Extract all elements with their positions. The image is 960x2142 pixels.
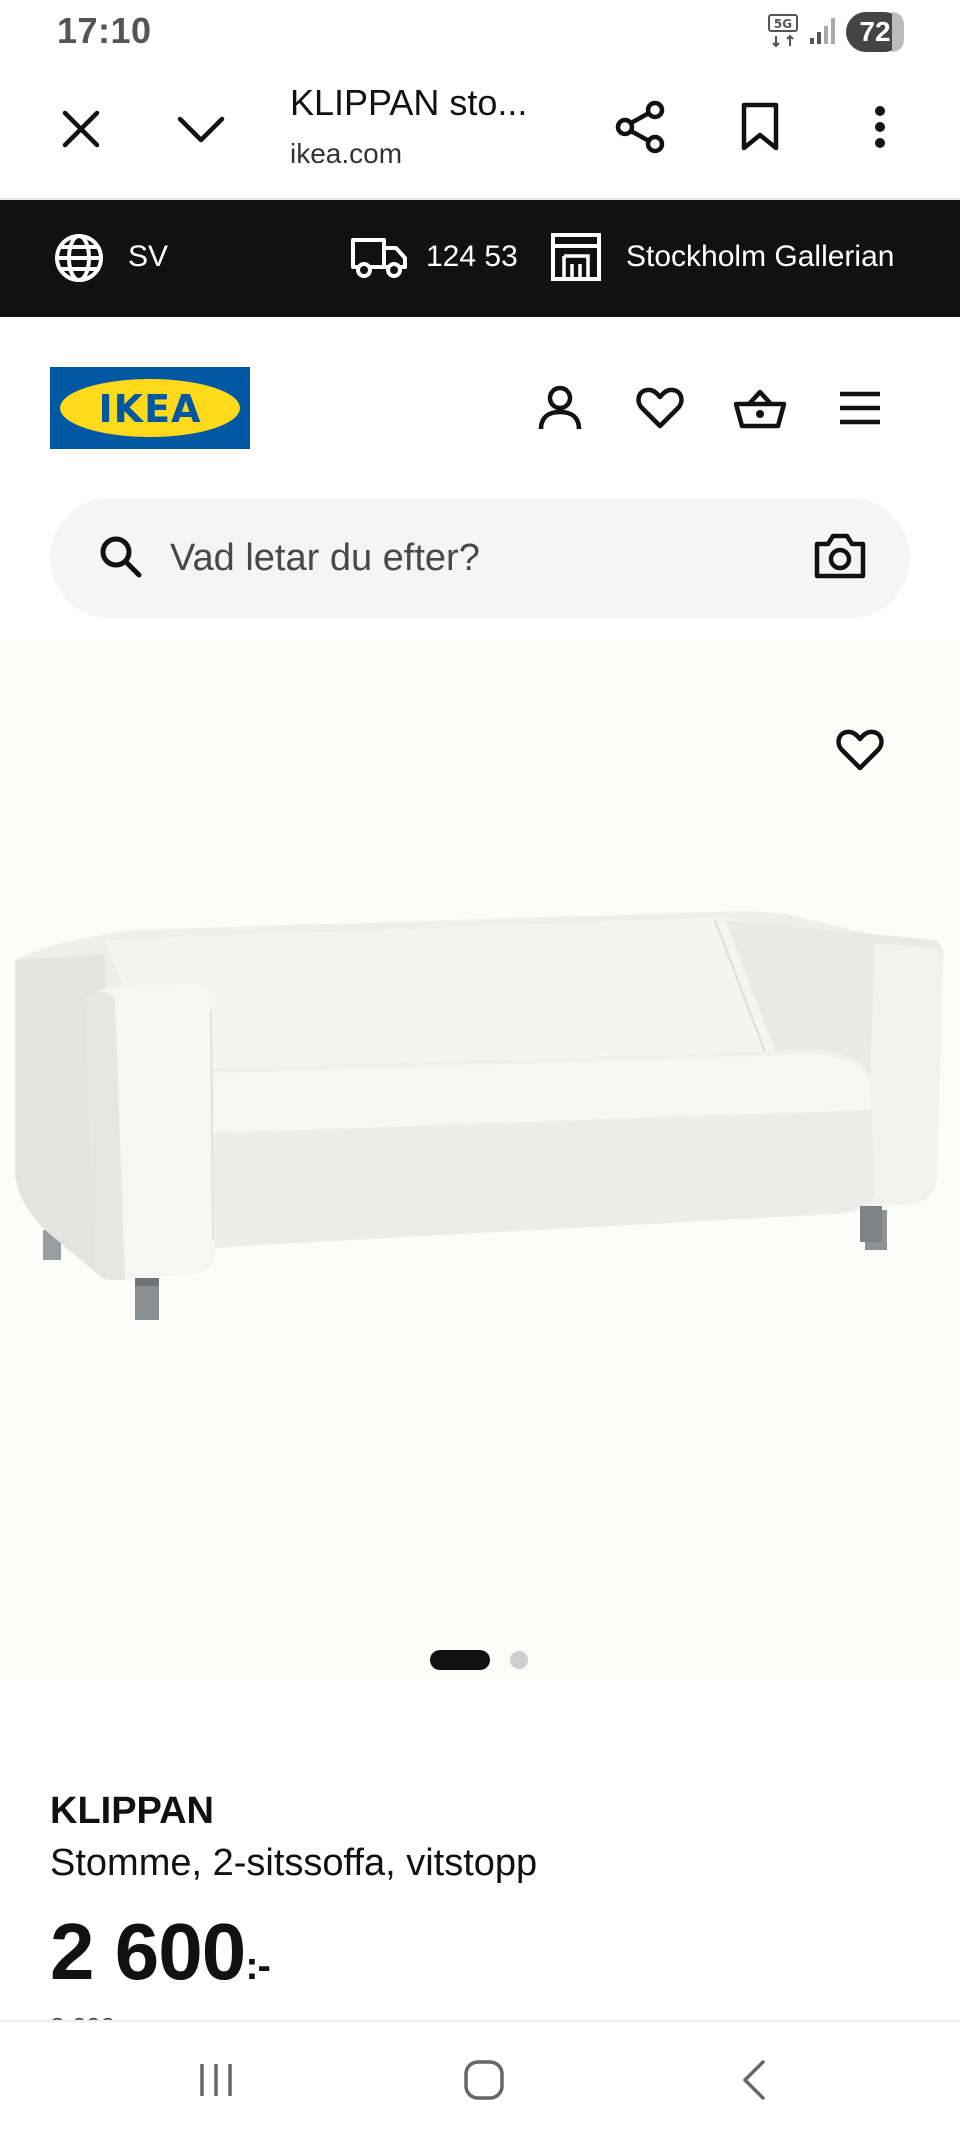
page-url[interactable]: ikea.com bbox=[290, 138, 402, 170]
store-icon bbox=[550, 232, 602, 282]
ikea-logo[interactable]: IKEA bbox=[50, 367, 250, 449]
price-value: 2 600 bbox=[50, 1907, 246, 1996]
expand-button[interactable] bbox=[170, 100, 232, 158]
share-icon bbox=[615, 100, 665, 154]
home-button[interactable] bbox=[454, 2050, 514, 2110]
bookmark-button[interactable] bbox=[732, 96, 788, 158]
favourites-button[interactable] bbox=[630, 378, 690, 438]
menu-button[interactable] bbox=[830, 378, 890, 438]
truck-icon bbox=[350, 234, 408, 280]
back-button[interactable] bbox=[724, 2050, 784, 2110]
more-vert-icon bbox=[875, 106, 885, 148]
more-options-button[interactable] bbox=[852, 96, 908, 158]
carousel-dot[interactable] bbox=[510, 1651, 528, 1669]
price-suffix: :- bbox=[245, 1944, 271, 1988]
selected-store[interactable]: Stockholm Gallerian bbox=[626, 240, 894, 274]
svg-text:5G: 5G bbox=[774, 17, 792, 31]
recents-icon bbox=[200, 2064, 232, 2096]
globe-icon[interactable] bbox=[53, 232, 105, 284]
share-button[interactable] bbox=[610, 96, 672, 158]
status-time: 17:10 bbox=[57, 10, 152, 51]
product-price: 2 600:- bbox=[50, 1906, 271, 1998]
network-5g-icon: 5G bbox=[768, 14, 798, 48]
heart-icon bbox=[836, 729, 884, 771]
back-icon bbox=[743, 2060, 765, 2100]
heart-icon bbox=[636, 387, 684, 429]
basket-button[interactable] bbox=[730, 378, 790, 438]
recents-button[interactable] bbox=[186, 2050, 246, 2110]
language-selector[interactable]: SV bbox=[128, 240, 168, 274]
menu-icon bbox=[840, 391, 880, 425]
home-icon bbox=[464, 2060, 504, 2100]
close-icon bbox=[62, 110, 100, 148]
close-tab-button[interactable] bbox=[52, 100, 110, 158]
product-name: KLIPPAN bbox=[50, 1790, 214, 1832]
add-to-favourites-button[interactable] bbox=[832, 722, 888, 778]
search-input[interactable] bbox=[170, 520, 770, 596]
delivery-zip-code[interactable]: 124 53 bbox=[426, 240, 518, 274]
product-image-sofa bbox=[15, 900, 945, 1350]
product-description: Stomme, 2-sitssoffa, vitstopp bbox=[50, 1842, 538, 1884]
signal-icon bbox=[808, 14, 838, 46]
basket-icon bbox=[733, 389, 787, 429]
carousel-dot-active[interactable] bbox=[430, 1650, 490, 1670]
account-button[interactable] bbox=[530, 378, 590, 438]
account-icon bbox=[538, 385, 582, 430]
page-title[interactable]: KLIPPAN sto... bbox=[290, 82, 527, 124]
bookmark-icon bbox=[741, 102, 779, 151]
search-icon bbox=[98, 534, 142, 578]
battery-indicator: 72 bbox=[846, 12, 904, 52]
chevron-down-icon bbox=[177, 116, 225, 143]
camera-icon[interactable] bbox=[814, 532, 866, 580]
